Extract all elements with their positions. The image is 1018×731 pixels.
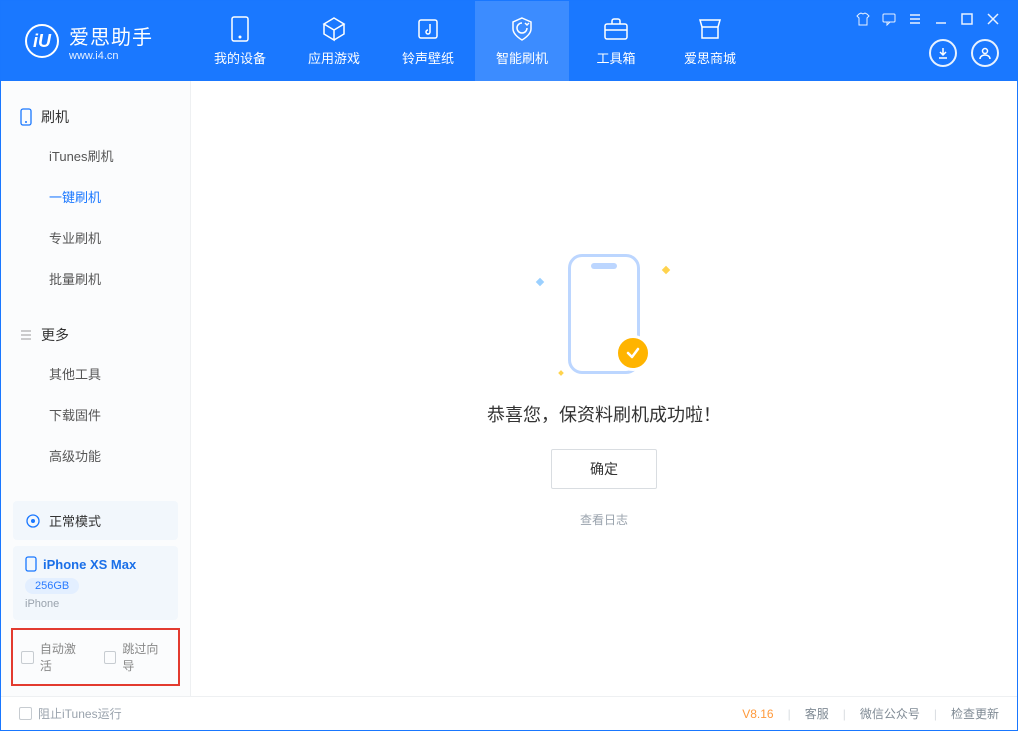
sidebar-nav: 刷机 iTunes刷机 一键刷机 专业刷机 批量刷机 更多 其他工具 下载固件 … — [1, 81, 190, 495]
sync-icon — [25, 513, 41, 529]
tab-my-device[interactable]: 我的设备 — [193, 1, 287, 81]
download-button[interactable] — [929, 39, 957, 67]
feedback-icon[interactable] — [881, 11, 897, 27]
group-label: 刷机 — [41, 107, 69, 127]
separator: | — [788, 707, 791, 721]
option-label: 自动激活 — [40, 640, 88, 674]
header: iU 爱思助手 www.i4.cn 我的设备 应用游戏 铃声壁纸 智能刷机 — [1, 1, 1017, 81]
separator: | — [934, 707, 937, 721]
header-actions — [929, 39, 999, 67]
store-icon — [697, 16, 723, 42]
view-log-link[interactable]: 查看日志 — [580, 511, 628, 528]
app-window: iU 爱思助手 www.i4.cn 我的设备 应用游戏 铃声壁纸 智能刷机 — [0, 0, 1018, 731]
window-controls — [855, 11, 1001, 27]
sidebar: 刷机 iTunes刷机 一键刷机 专业刷机 批量刷机 更多 其他工具 下载固件 … — [1, 81, 191, 696]
device-name-row: iPhone XS Max — [25, 556, 166, 572]
separator: | — [843, 707, 846, 721]
footer-right: V8.16 | 客服 | 微信公众号 | 检查更新 — [742, 705, 999, 722]
tshirt-icon[interactable] — [855, 11, 871, 27]
phone-icon — [19, 108, 33, 126]
group-label: 更多 — [41, 325, 69, 345]
body: 刷机 iTunes刷机 一键刷机 专业刷机 批量刷机 更多 其他工具 下载固件 … — [1, 81, 1017, 696]
close-button[interactable] — [985, 11, 1001, 27]
tab-ringtones[interactable]: 铃声壁纸 — [381, 1, 475, 81]
logo[interactable]: iU 爱思助手 www.i4.cn — [25, 21, 153, 62]
sparkle-icon — [662, 266, 670, 274]
logo-icon: iU — [25, 24, 59, 58]
sidebar-group-title: 更多 — [1, 317, 190, 353]
sidebar-item-batch-flash[interactable]: 批量刷机 — [1, 258, 190, 299]
sidebar-group-more: 更多 其他工具 下载固件 高级功能 — [1, 317, 190, 476]
mode-box[interactable]: 正常模式 — [13, 501, 178, 540]
version-label: V8.16 — [742, 707, 773, 721]
tab-label: 爱思商城 — [684, 48, 736, 67]
sparkle-icon — [536, 278, 544, 286]
toolbox-icon — [603, 16, 629, 42]
device-type: iPhone — [25, 598, 166, 610]
minimize-button[interactable] — [933, 11, 949, 27]
support-link[interactable]: 客服 — [805, 705, 829, 722]
maximize-button[interactable] — [959, 11, 975, 27]
phone-small-icon — [25, 556, 37, 572]
sidebar-item-itunes-flash[interactable]: iTunes刷机 — [1, 135, 190, 176]
check-badge-icon — [615, 335, 651, 371]
sidebar-item-advanced[interactable]: 高级功能 — [1, 435, 190, 476]
shield-icon — [509, 16, 535, 42]
app-name: 爱思助手 — [69, 21, 153, 50]
tab-store[interactable]: 爱思商城 — [663, 1, 757, 81]
sidebar-item-other-tools[interactable]: 其他工具 — [1, 353, 190, 394]
tab-smart-flash[interactable]: 智能刷机 — [475, 1, 569, 81]
device-box[interactable]: iPhone XS Max 256GB iPhone — [13, 546, 178, 620]
user-button[interactable] — [971, 39, 999, 67]
logo-text: 爱思助手 www.i4.cn — [69, 21, 153, 62]
tab-label: 我的设备 — [214, 48, 266, 67]
tab-label: 铃声壁纸 — [402, 48, 454, 67]
wechat-link[interactable]: 微信公众号 — [860, 705, 920, 722]
music-icon — [415, 16, 441, 42]
success-message: 恭喜您，保资料刷机成功啦！ — [487, 401, 721, 427]
sparkle-icon — [558, 370, 564, 376]
mode-label: 正常模式 — [49, 511, 101, 530]
list-icon — [19, 328, 33, 342]
main-content: 恭喜您，保资料刷机成功啦！ 确定 查看日志 — [191, 81, 1017, 696]
option-label: 跳过向导 — [122, 640, 170, 674]
checkbox-icon — [19, 707, 32, 720]
menu-icon[interactable] — [907, 11, 923, 27]
sidebar-item-download-fw[interactable]: 下载固件 — [1, 394, 190, 435]
sidebar-group-flash: 刷机 iTunes刷机 一键刷机 专业刷机 批量刷机 — [1, 99, 190, 299]
sidebar-item-oneclick-flash[interactable]: 一键刷机 — [1, 176, 190, 217]
checkbox-icon — [104, 651, 117, 664]
nav-tabs: 我的设备 应用游戏 铃声壁纸 智能刷机 工具箱 爱思商城 — [193, 1, 757, 81]
tab-apps-games[interactable]: 应用游戏 — [287, 1, 381, 81]
tab-label: 智能刷机 — [496, 48, 548, 67]
option-skip-guide[interactable]: 跳过向导 — [104, 640, 171, 674]
sidebar-bottom: 正常模式 iPhone XS Max 256GB iPhone 自动激活 — [1, 495, 190, 696]
sidebar-item-pro-flash[interactable]: 专业刷机 — [1, 217, 190, 258]
device-icon — [227, 16, 253, 42]
footer: 阻止iTunes运行 V8.16 | 客服 | 微信公众号 | 检查更新 — [1, 696, 1017, 730]
block-itunes-label: 阻止iTunes运行 — [38, 705, 122, 722]
flash-options-highlight: 自动激活 跳过向导 — [11, 628, 180, 686]
tab-label: 工具箱 — [596, 48, 635, 67]
tab-label: 应用游戏 — [308, 48, 360, 67]
cube-icon — [321, 16, 347, 42]
device-capacity: 256GB — [25, 578, 79, 594]
tab-toolbox[interactable]: 工具箱 — [569, 1, 663, 81]
check-update-link[interactable]: 检查更新 — [951, 705, 999, 722]
checkbox-icon — [21, 651, 34, 664]
app-domain: www.i4.cn — [69, 50, 153, 62]
device-name: iPhone XS Max — [43, 557, 136, 572]
confirm-button[interactable]: 确定 — [551, 449, 657, 489]
success-illustration — [529, 249, 679, 379]
option-auto-activate[interactable]: 自动激活 — [21, 640, 88, 674]
sidebar-group-title: 刷机 — [1, 99, 190, 135]
block-itunes-checkbox[interactable]: 阻止iTunes运行 — [19, 705, 122, 722]
